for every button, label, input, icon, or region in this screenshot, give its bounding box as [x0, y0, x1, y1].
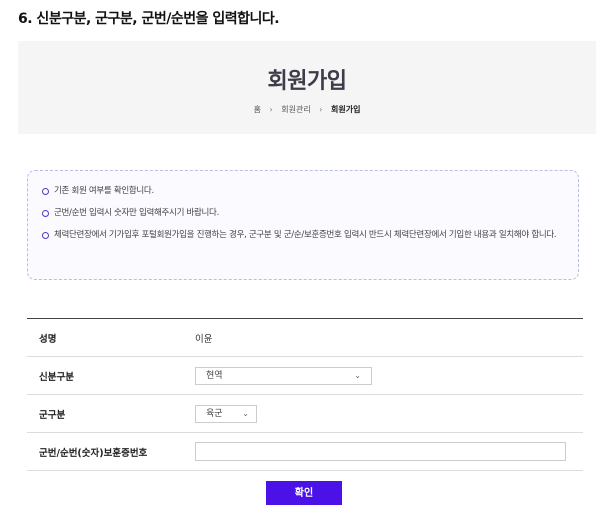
notice-item: 기존 회원 여부를 확인합니다.: [42, 185, 564, 198]
confirm-button[interactable]: 확인: [266, 481, 342, 505]
status-select-value: 현역: [206, 370, 223, 381]
form-row-status: 신분구분 현역 ⌄: [27, 357, 583, 395]
page-header: 회원가입 홈 › 회원관리 › 회원가입: [18, 41, 596, 134]
notice-text: 기존 회원 여부를 확인합니다.: [54, 186, 154, 196]
breadcrumb-section[interactable]: 회원관리: [281, 105, 310, 114]
breadcrumb-current: 회원가입: [330, 105, 361, 114]
breadcrumb-home[interactable]: 홈: [254, 105, 261, 114]
breadcrumb-separator-icon: ›: [319, 105, 323, 114]
branch-cell: 육군 ⌄: [195, 404, 583, 423]
breadcrumb: 홈 › 회원관리 › 회원가입: [18, 104, 596, 115]
form-row-name: 성명 이윤: [27, 319, 583, 357]
circle-bullet-icon: [42, 210, 49, 217]
name-value: 이윤: [195, 333, 213, 345]
form-row-id: 군번/순번(숫자)보훈증번호: [27, 433, 583, 471]
status-label: 신분구분: [39, 371, 74, 383]
chevron-down-icon: ⌄: [354, 370, 361, 380]
name-label: 성명: [39, 333, 57, 345]
circle-bullet-icon: [42, 188, 49, 195]
notice-item: 체력단련장에서 기가입후 포털회원가입을 진행하는 경우, 군구분 및 군/순/…: [42, 229, 564, 242]
circle-bullet-icon: [42, 232, 49, 239]
form-row-branch: 군구분 육군 ⌄: [27, 395, 583, 433]
notice-text: 군번/순번 입력시 숫자만 입력해주시기 바랍니다.: [54, 208, 219, 218]
id-cell: [195, 442, 583, 461]
notice-text: 체력단련장에서 기가입후 포털회원가입을 진행하는 경우, 군구분 및 군/순/…: [54, 230, 557, 240]
branch-select-value: 육군: [206, 408, 223, 419]
signup-form: 성명 이윤 신분구분 현역 ⌄ 군구분 육군 ⌄ 군번/순번(숫자)보훈증번호: [27, 318, 583, 471]
page-title: 회원가입: [267, 69, 347, 94]
notice-box: 기존 회원 여부를 확인합니다. 군번/순번 입력시 숫자만 입력해주시기 바랍…: [27, 170, 579, 280]
notice-item: 군번/순번 입력시 숫자만 입력해주시기 바랍니다.: [42, 207, 564, 220]
status-select[interactable]: 현역 ⌄: [195, 366, 372, 385]
step-title: 6. 신분구분, 군구분, 군번/순번을 입력합니다.: [18, 11, 280, 27]
status-cell: 현역 ⌄: [195, 366, 583, 385]
breadcrumb-separator-icon: ›: [269, 105, 273, 114]
id-label: 군번/순번(숫자)보훈증번호: [39, 447, 148, 459]
branch-select[interactable]: 육군 ⌄: [195, 404, 257, 423]
chevron-down-icon: ⌄: [242, 408, 249, 418]
service-number-input[interactable]: [195, 442, 566, 461]
branch-label: 군구분: [39, 409, 66, 421]
